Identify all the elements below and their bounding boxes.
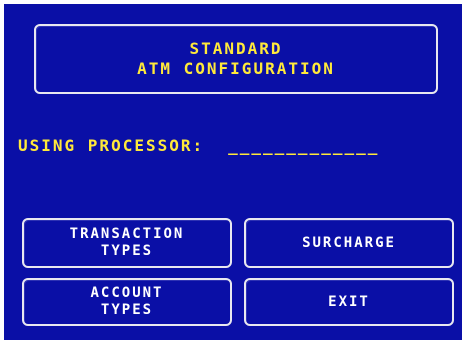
title-line-2: ATM CONFIGURATION: [137, 59, 335, 78]
transaction-types-label-line-1: TRANSACTION: [69, 226, 185, 242]
exit-label: EXIT: [328, 293, 370, 310]
title-panel: STANDARD ATM CONFIGURATION: [34, 24, 438, 94]
processor-row: USING PROCESSOR: _____________: [18, 134, 454, 156]
atm-screen: STANDARD ATM CONFIGURATION USING PROCESS…: [4, 4, 462, 340]
surcharge-label: SURCHARGE: [302, 234, 396, 251]
exit-button[interactable]: EXIT: [244, 278, 454, 326]
processor-label: USING PROCESSOR:: [18, 135, 205, 155]
account-types-button[interactable]: ACCOUNT TYPES: [22, 278, 232, 326]
title-line-1: STANDARD: [189, 39, 283, 58]
transaction-types-button[interactable]: TRANSACTION TYPES: [22, 218, 232, 268]
transaction-types-label-line-2: TYPES: [100, 243, 154, 259]
account-types-label-line-2: TYPES: [100, 302, 154, 318]
processor-value: _____________: [228, 135, 380, 155]
account-types-label-line-1: ACCOUNT: [90, 285, 164, 301]
surcharge-button[interactable]: SURCHARGE: [244, 218, 454, 268]
